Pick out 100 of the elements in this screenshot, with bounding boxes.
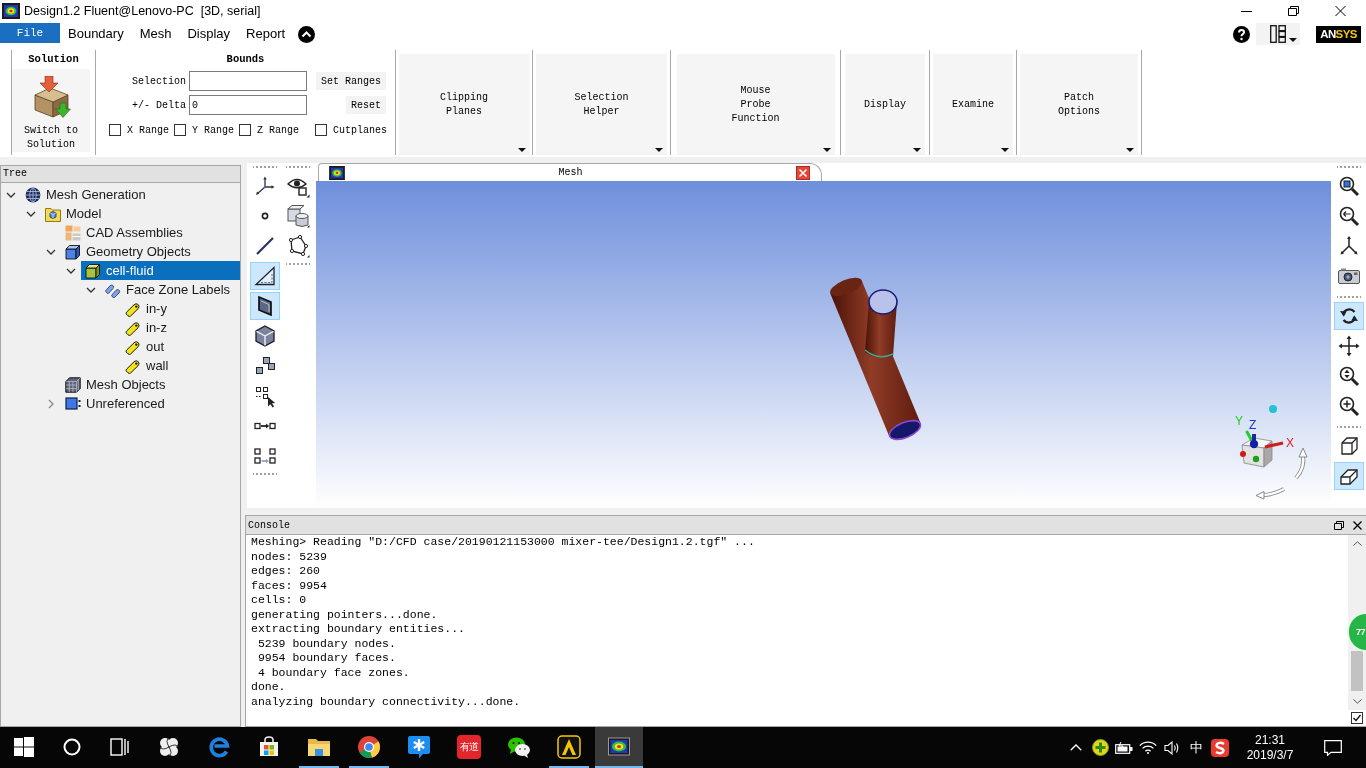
menu-item[interactable]: Boundary <box>60 24 132 44</box>
checkbox[interactable] <box>109 124 121 136</box>
console-line: cells: 0 <box>251 593 308 608</box>
swirl-icon[interactable] <box>207 735 231 759</box>
menu-item[interactable]: Display <box>179 24 239 44</box>
scroll-down-icon[interactable] <box>1352 699 1362 704</box>
console-line: faces: 9954 <box>251 578 328 593</box>
tree-item[interactable]: Model <box>41 204 240 223</box>
task-view-icon[interactable] <box>108 735 132 759</box>
restore-icon[interactable] <box>1334 520 1344 530</box>
quad-face-icon[interactable] <box>249 292 280 320</box>
round-logo-icon[interactable] <box>357 735 381 759</box>
clock-time[interactable]: 21:31 <box>1255 732 1285 748</box>
panel-header: Tree <box>0 165 241 183</box>
folder-cube-icon <box>45 205 61 222</box>
delta-field[interactable]: 0 <box>189 95 307 115</box>
hex-cube-icon[interactable] <box>252 324 277 348</box>
console-line: 5239 boundary nodes. <box>256 636 397 651</box>
menu-item[interactable]: Report <box>238 24 294 44</box>
checkbox-label: Y Range <box>192 124 235 136</box>
clock-date[interactable]: 2019/3/7 <box>1246 747 1294 763</box>
tree-item[interactable]: in-z <box>121 318 240 337</box>
tree-item[interactable]: Unreferenced <box>61 394 240 413</box>
console-line: extracting boundary entities... <box>251 622 466 637</box>
cube-icon[interactable] <box>1333 462 1364 490</box>
chevron-right-icon[interactable] <box>46 398 56 409</box>
shopping-bag-icon[interactable] <box>257 735 281 759</box>
tag-icon <box>125 357 141 374</box>
pinwheel-icon[interactable] <box>157 735 181 759</box>
axis-label: Y <box>1235 414 1243 428</box>
tree-item[interactable]: Mesh Objects <box>61 375 240 394</box>
restore-icon[interactable] <box>1288 6 1299 16</box>
wifi-icon[interactable] <box>1139 741 1157 754</box>
selection-field[interactable] <box>189 71 307 91</box>
caret-down-icon <box>1289 38 1297 42</box>
battery-icon[interactable] <box>1115 741 1133 754</box>
console-line: edges: 260 <box>251 564 321 579</box>
field-label: +/- Delta <box>131 99 186 111</box>
contour-plot-icon <box>329 165 345 180</box>
dropdown-button[interactable]: Clipping Planes <box>398 54 530 155</box>
tree-item[interactable]: CAD Assemblies <box>61 223 240 242</box>
console-line: nodes: 5239 <box>251 549 328 564</box>
rotate-icon[interactable] <box>1333 302 1364 330</box>
axis-label: X <box>1286 436 1294 450</box>
switch-to-solution-button[interactable]: Switch to Solution <box>12 69 90 152</box>
help-icon[interactable] <box>1233 25 1250 43</box>
caret-down-icon <box>1001 148 1009 152</box>
chevron-up-icon[interactable] <box>1070 744 1082 751</box>
dropdown-button[interactable]: Display <box>845 54 925 155</box>
caret-down-icon <box>913 148 921 152</box>
start-icon[interactable] <box>12 735 36 759</box>
reset-button[interactable]: Reset <box>346 96 386 114</box>
pan-icon[interactable] <box>1336 334 1361 358</box>
tree-item[interactable]: out <box>121 337 240 356</box>
tree-item[interactable]: cell-fluid <box>81 261 240 280</box>
group-title: Solution <box>27 52 80 66</box>
checkbox[interactable] <box>239 124 252 136</box>
asterisk-bubble-icon[interactable] <box>407 735 431 759</box>
console-line: generating pointers...done. <box>251 607 439 622</box>
caret-down-icon <box>822 148 831 152</box>
input-method-indicator[interactable]: 中 <box>1189 738 1203 757</box>
logo: ANSYS <box>1316 25 1361 43</box>
cube-cylinder-icon[interactable] <box>285 204 310 228</box>
plus-circle-icon[interactable] <box>1091 739 1109 756</box>
checkbox[interactable] <box>174 124 186 136</box>
tree-item[interactable]: Face Zone Labels <box>101 280 240 299</box>
scroll-thumb[interactable] <box>1351 651 1363 691</box>
checkbox-label: Cutplanes <box>333 124 387 136</box>
dropdown-button[interactable]: Examine <box>933 54 1013 155</box>
dropdown-button[interactable]: Selection Helper <box>536 54 667 155</box>
tree-item[interactable]: in-y <box>121 299 240 318</box>
swoosh-tile-icon[interactable] <box>1211 738 1229 757</box>
volume-icon[interactable] <box>1163 740 1181 755</box>
view-tab[interactable]: Mesh <box>318 163 822 181</box>
checkbox[interactable] <box>315 124 327 136</box>
dropdown-button[interactable]: Mouse Probe Function <box>676 54 835 155</box>
cube-icon <box>85 262 101 279</box>
caret-down-icon <box>517 148 526 152</box>
dropdown-button[interactable]: Patch Options <box>1020 54 1138 155</box>
box-arrows-icon <box>31 76 71 118</box>
group-title: Bounds <box>225 52 266 66</box>
scroll-up-icon[interactable] <box>1352 541 1362 546</box>
peak-icon[interactable] <box>557 735 581 759</box>
axis-label: Z <box>1249 418 1257 432</box>
panels-icon <box>1270 25 1286 43</box>
tree-item[interactable]: wall <box>121 356 240 375</box>
chevron-up-icon[interactable] <box>298 25 316 43</box>
close-icon[interactable] <box>796 165 810 180</box>
tree-item[interactable]: Geometry Objects <box>61 242 240 261</box>
caret-down-icon <box>1126 148 1134 152</box>
checkbox[interactable] <box>1351 712 1363 724</box>
menu-item[interactable]: Mesh <box>131 24 180 44</box>
tree-item[interactable]: Mesh Generation <box>21 185 240 204</box>
contour-plot-icon[interactable] <box>595 727 643 766</box>
layout-button[interactable] <box>1256 23 1300 45</box>
close-icon[interactable] <box>1353 520 1362 530</box>
notification-icon[interactable] <box>1324 739 1342 756</box>
console-line: 4 boundary face zones. <box>256 665 411 680</box>
set-ranges-button[interactable]: Set Ranges <box>316 72 386 90</box>
chat-bubbles-icon[interactable] <box>507 735 531 759</box>
